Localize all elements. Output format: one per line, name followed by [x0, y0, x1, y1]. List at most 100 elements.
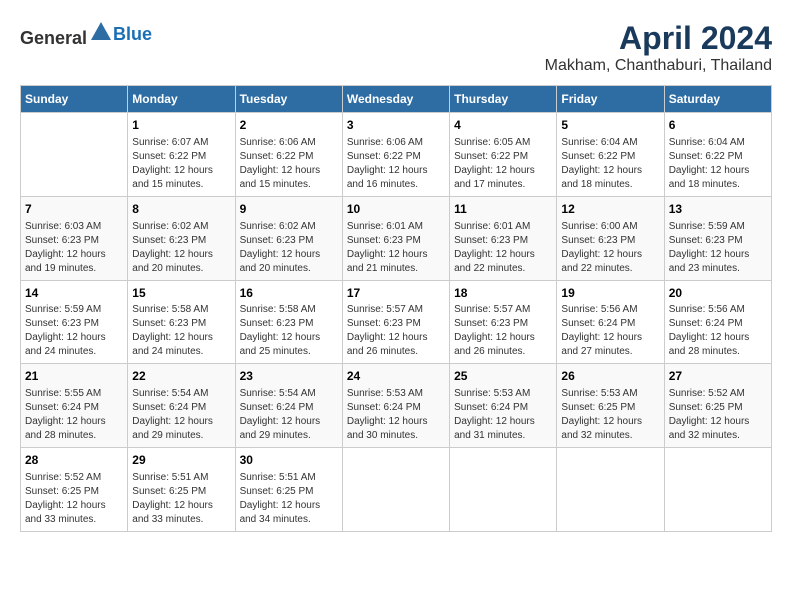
day-info: Daylight: 12 hours	[347, 248, 445, 262]
week-row-3: 14Sunrise: 5:59 AMSunset: 6:23 PMDayligh…	[21, 280, 772, 364]
day-info: Sunrise: 5:52 AM	[25, 471, 123, 485]
calendar-cell: 25Sunrise: 5:53 AMSunset: 6:24 PMDayligh…	[450, 364, 557, 448]
week-row-2: 7Sunrise: 6:03 AMSunset: 6:23 PMDaylight…	[21, 196, 772, 280]
day-info: Sunset: 6:24 PM	[240, 401, 338, 415]
calendar-cell: 2Sunrise: 6:06 AMSunset: 6:22 PMDaylight…	[235, 113, 342, 197]
day-info: Sunset: 6:23 PM	[669, 234, 767, 248]
day-number: 22	[132, 368, 230, 385]
day-info: Daylight: 12 hours	[454, 415, 552, 429]
day-info: Sunset: 6:24 PM	[132, 401, 230, 415]
day-number: 9	[240, 201, 338, 218]
page-header: General Blue April 2024 Makham, Chanthab…	[20, 20, 772, 75]
weekday-tuesday: Tuesday	[235, 86, 342, 113]
calendar-body: 1Sunrise: 6:07 AMSunset: 6:22 PMDaylight…	[21, 113, 772, 532]
day-info: Sunrise: 5:53 AM	[347, 387, 445, 401]
day-info: Sunrise: 5:59 AM	[669, 220, 767, 234]
day-info: and 18 minutes.	[561, 178, 659, 192]
day-info: and 18 minutes.	[669, 178, 767, 192]
day-info: Sunset: 6:24 PM	[347, 401, 445, 415]
day-info: Sunset: 6:22 PM	[561, 150, 659, 164]
day-info: Sunrise: 6:05 AM	[454, 136, 552, 150]
logo-blue: Blue	[113, 24, 152, 45]
day-number: 15	[132, 285, 230, 302]
day-info: and 25 minutes.	[240, 345, 338, 359]
day-info: Sunset: 6:23 PM	[561, 234, 659, 248]
day-number: 26	[561, 368, 659, 385]
weekday-friday: Friday	[557, 86, 664, 113]
calendar-cell: 23Sunrise: 5:54 AMSunset: 6:24 PMDayligh…	[235, 364, 342, 448]
calendar-table: SundayMondayTuesdayWednesdayThursdayFrid…	[20, 85, 772, 532]
day-info: and 29 minutes.	[240, 429, 338, 443]
day-info: Sunset: 6:24 PM	[25, 401, 123, 415]
weekday-sunday: Sunday	[21, 86, 128, 113]
day-info: and 24 minutes.	[25, 345, 123, 359]
day-info: Daylight: 12 hours	[347, 164, 445, 178]
day-info: Sunset: 6:25 PM	[561, 401, 659, 415]
day-number: 21	[25, 368, 123, 385]
day-number: 2	[240, 117, 338, 134]
calendar-cell: 29Sunrise: 5:51 AMSunset: 6:25 PMDayligh…	[128, 448, 235, 532]
calendar-cell: 30Sunrise: 5:51 AMSunset: 6:25 PMDayligh…	[235, 448, 342, 532]
day-number: 18	[454, 285, 552, 302]
day-number: 20	[669, 285, 767, 302]
calendar-cell: 6Sunrise: 6:04 AMSunset: 6:22 PMDaylight…	[664, 113, 771, 197]
day-info: Daylight: 12 hours	[132, 415, 230, 429]
calendar-cell	[342, 448, 449, 532]
day-info: and 21 minutes.	[347, 262, 445, 276]
subtitle: Makham, Chanthaburi, Thailand	[545, 57, 772, 75]
day-number: 4	[454, 117, 552, 134]
day-info: and 19 minutes.	[25, 262, 123, 276]
day-info: Daylight: 12 hours	[669, 164, 767, 178]
day-info: Sunset: 6:23 PM	[132, 317, 230, 331]
weekday-header-row: SundayMondayTuesdayWednesdayThursdayFrid…	[21, 86, 772, 113]
day-info: Sunrise: 5:59 AM	[25, 303, 123, 317]
day-info: Sunset: 6:23 PM	[347, 317, 445, 331]
day-info: Sunrise: 6:03 AM	[25, 220, 123, 234]
day-info: Sunset: 6:22 PM	[240, 150, 338, 164]
calendar-cell: 11Sunrise: 6:01 AMSunset: 6:23 PMDayligh…	[450, 196, 557, 280]
day-info: and 30 minutes.	[347, 429, 445, 443]
day-info: Daylight: 12 hours	[561, 248, 659, 262]
day-number: 11	[454, 201, 552, 218]
day-number: 3	[347, 117, 445, 134]
day-info: and 26 minutes.	[347, 345, 445, 359]
day-info: Sunrise: 5:56 AM	[669, 303, 767, 317]
day-info: Sunrise: 6:07 AM	[132, 136, 230, 150]
day-info: Sunrise: 5:54 AM	[132, 387, 230, 401]
day-info: and 17 minutes.	[454, 178, 552, 192]
day-info: Daylight: 12 hours	[25, 248, 123, 262]
calendar-cell: 1Sunrise: 6:07 AMSunset: 6:22 PMDaylight…	[128, 113, 235, 197]
calendar-header: SundayMondayTuesdayWednesdayThursdayFrid…	[21, 86, 772, 113]
day-info: and 33 minutes.	[132, 513, 230, 527]
day-info: Sunrise: 6:06 AM	[240, 136, 338, 150]
day-info: Daylight: 12 hours	[240, 331, 338, 345]
day-info: Sunset: 6:25 PM	[132, 485, 230, 499]
day-number: 1	[132, 117, 230, 134]
day-number: 30	[240, 452, 338, 469]
day-number: 10	[347, 201, 445, 218]
day-info: and 32 minutes.	[669, 429, 767, 443]
day-number: 16	[240, 285, 338, 302]
day-info: and 20 minutes.	[132, 262, 230, 276]
day-info: Sunset: 6:22 PM	[454, 150, 552, 164]
calendar-cell: 15Sunrise: 5:58 AMSunset: 6:23 PMDayligh…	[128, 280, 235, 364]
week-row-4: 21Sunrise: 5:55 AMSunset: 6:24 PMDayligh…	[21, 364, 772, 448]
day-info: Daylight: 12 hours	[669, 248, 767, 262]
day-info: Sunrise: 5:57 AM	[347, 303, 445, 317]
day-number: 7	[25, 201, 123, 218]
day-info: Daylight: 12 hours	[25, 415, 123, 429]
day-info: Sunset: 6:23 PM	[240, 234, 338, 248]
day-info: Sunset: 6:24 PM	[454, 401, 552, 415]
day-info: Sunrise: 5:51 AM	[132, 471, 230, 485]
day-info: Sunrise: 6:01 AM	[347, 220, 445, 234]
day-info: Daylight: 12 hours	[454, 164, 552, 178]
day-number: 14	[25, 285, 123, 302]
day-info: Sunset: 6:25 PM	[25, 485, 123, 499]
calendar-cell	[21, 113, 128, 197]
day-info: Sunrise: 5:57 AM	[454, 303, 552, 317]
calendar-cell: 4 Sunrise: 6:05 AMSunset: 6:22 PMDaylight…	[450, 113, 557, 197]
day-info: Sunrise: 6:06 AM	[347, 136, 445, 150]
day-info: and 23 minutes.	[669, 262, 767, 276]
day-info: and 22 minutes.	[454, 262, 552, 276]
day-info: Daylight: 12 hours	[132, 331, 230, 345]
